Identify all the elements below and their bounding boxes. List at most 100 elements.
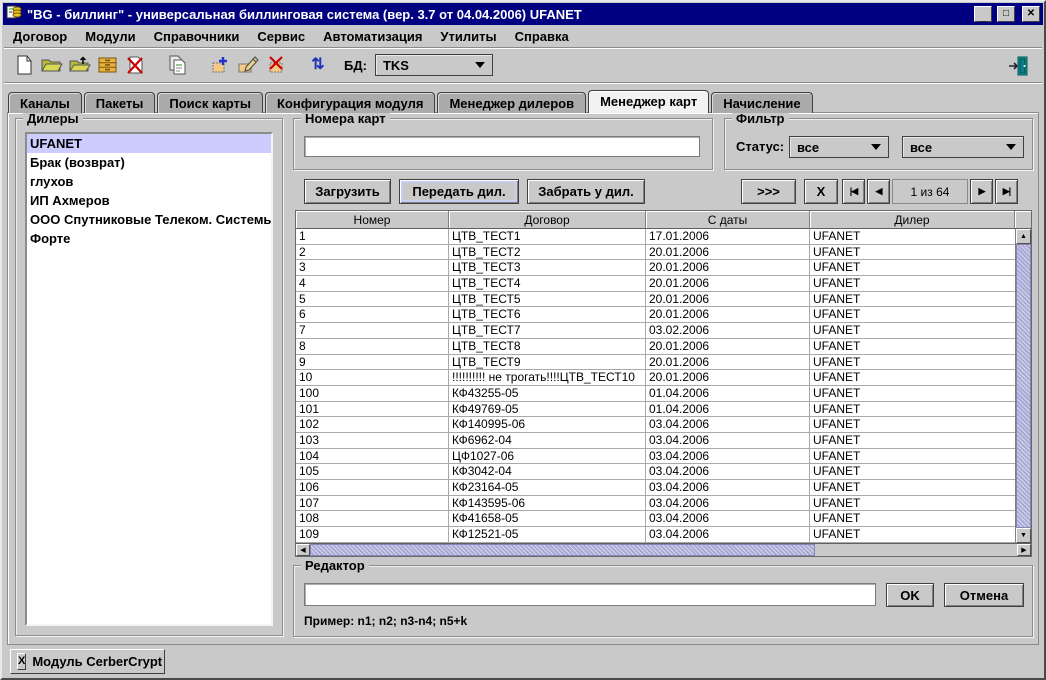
clear-button[interactable]: X [804, 179, 838, 204]
table-row[interactable]: 104 ЦФ1027-06 03.04.2006 UFANET [296, 449, 1031, 465]
maximize-button[interactable]: □ [997, 6, 1015, 22]
edit-card-icon[interactable] [236, 53, 260, 77]
column-header-date[interactable]: С даты [646, 211, 810, 229]
module-tab[interactable]: Каналы [8, 92, 82, 113]
module-tab[interactable]: Менеджер дилеров [437, 92, 586, 113]
module-tab[interactable]: Пакеты [84, 92, 156, 113]
table-row[interactable]: 102 КФ140995-06 03.04.2006 UFANET [296, 417, 1031, 433]
dealers-legend: Дилеры [23, 111, 83, 126]
bottom-module-label: Модуль CerberCrypt [32, 654, 162, 669]
table-row[interactable]: 103 КФ6962-04 03.04.2006 UFANET [296, 433, 1031, 449]
load-button[interactable]: Загрузить [304, 179, 391, 204]
table-row[interactable]: 106 КФ23164-05 03.04.2006 UFANET [296, 480, 1031, 496]
horizontal-scroll-thumb[interactable] [310, 544, 815, 556]
module-tab[interactable]: Конфигурация модуля [265, 92, 435, 113]
add-card-icon[interactable] [208, 53, 232, 77]
dealer-list-item[interactable]: ИП Ахмеров [27, 191, 271, 210]
editor-input[interactable] [304, 583, 876, 606]
menu-item[interactable]: Справка [506, 27, 578, 46]
table-row[interactable]: 108 КФ41658-05 03.04.2006 UFANET [296, 511, 1031, 527]
header-corner [1015, 211, 1031, 229]
remove-card-icon[interactable] [264, 53, 288, 77]
table-row[interactable]: 105 КФ3042-04 03.04.2006 UFANET [296, 464, 1031, 480]
table-row[interactable]: 107 КФ143595-06 03.04.2006 UFANET [296, 496, 1031, 512]
delete-document-icon[interactable] [124, 53, 148, 77]
card-numbers-groupbox: Номера карт [293, 118, 713, 170]
table-row[interactable]: 3 ЦТВ_ТЕСТ3 20.01.2006 UFANET [296, 260, 1031, 276]
dealers-list[interactable]: UFANETБрак (возврат)глуховИП АхмеровООО … [25, 132, 273, 626]
card-numbers-legend: Номера карт [301, 111, 390, 126]
dealer-list-item[interactable]: UFANET [27, 134, 271, 153]
editor-hint: Пример: n1; n2; n3-n4; n5+k [304, 614, 467, 628]
table-row[interactable]: 100 КФ43255-05 01.04.2006 UFANET [296, 386, 1031, 402]
refresh-icon[interactable]: ⇅ [306, 53, 330, 77]
menu-item[interactable]: Модули [76, 27, 144, 46]
card-archive-icon[interactable] [96, 53, 120, 77]
column-header-dealer[interactable]: Дилер [810, 211, 1015, 229]
table-row[interactable]: 4 ЦТВ_ТЕСТ4 20.01.2006 UFANET [296, 276, 1031, 292]
editor-groupbox: Редактор OK Отмена Пример: n1; n2; n3-n4… [293, 565, 1033, 637]
card-numbers-input[interactable] [304, 136, 700, 157]
table-row[interactable]: 6 ЦТВ_ТЕСТ6 20.01.2006 UFANET [296, 307, 1031, 323]
nav-prev-button[interactable]: ◀ [867, 179, 890, 204]
ok-button[interactable]: OK [886, 583, 934, 607]
open-folder-icon[interactable] [40, 53, 64, 77]
menu-item[interactable]: Сервис [248, 27, 314, 46]
dealer-list-item[interactable]: ООО Спутниковые Телеком. Системы [27, 210, 271, 229]
table-row[interactable]: 10 !!!!!!!!!! не трогать!!!!ЦТВ_ТЕСТ10 2… [296, 370, 1031, 386]
table-row[interactable]: 8 ЦТВ_ТЕСТ8 20.01.2006 UFANET [296, 339, 1031, 355]
take-dealer-button[interactable]: Забрать у дил. [527, 179, 645, 204]
table-body: 1 ЦТВ_ТЕСТ1 17.01.2006 UFANET 2 ЦТВ_ТЕСТ… [296, 229, 1031, 543]
table-row[interactable]: 5 ЦТВ_ТЕСТ5 20.01.2006 UFANET [296, 292, 1031, 308]
editor-legend: Редактор [301, 558, 369, 573]
nav-next-button[interactable]: ▶ [970, 179, 993, 204]
module-tab[interactable]: Менеджер карт [588, 90, 709, 113]
dealer-list-item[interactable]: глухов [27, 172, 271, 191]
nav-last-button[interactable]: ▶| [995, 179, 1018, 204]
table-row[interactable]: 109 КФ12521-05 03.04.2006 UFANET [296, 527, 1031, 543]
table-row[interactable]: 2 ЦТВ_ТЕСТ2 20.01.2006 UFANET [296, 245, 1031, 261]
cancel-button[interactable]: Отмена [944, 583, 1024, 607]
column-header-number[interactable]: Номер [296, 211, 449, 229]
db-select[interactable]: TKS [375, 54, 493, 76]
db-label: БД: [344, 58, 367, 73]
copy-document-icon[interactable] [166, 53, 190, 77]
status-select[interactable]: все [789, 136, 889, 158]
vertical-scrollbar[interactable]: ▲ ▼ [1015, 229, 1031, 543]
horizontal-scrollbar[interactable]: ◀ ▶ [296, 543, 1031, 556]
filter-extra-select[interactable]: все [902, 136, 1024, 158]
module-tab[interactable]: Поиск карты [157, 92, 263, 113]
more-button[interactable]: >>> [741, 179, 796, 204]
filter-groupbox: Фильтр Статус: все все [724, 118, 1033, 170]
horizontal-scroll-track[interactable] [815, 544, 1017, 556]
filter-legend: Фильтр [732, 111, 789, 126]
table-row[interactable]: 1 ЦТВ_ТЕСТ1 17.01.2006 UFANET [296, 229, 1031, 245]
scroll-up-icon[interactable]: ▲ [1016, 229, 1031, 244]
minimize-button[interactable]: _ [974, 6, 992, 22]
dealer-list-item[interactable]: Форте [27, 229, 271, 248]
exit-icon[interactable] [1006, 53, 1032, 79]
dealer-list-item[interactable]: Брак (возврат) [27, 153, 271, 172]
close-button[interactable]: ✕ [1022, 6, 1040, 22]
menu-item[interactable]: Автоматизация [314, 27, 431, 46]
table-row[interactable]: 9 ЦТВ_ТЕСТ9 20.01.2006 UFANET [296, 355, 1031, 371]
menu-item[interactable]: Договор [4, 27, 76, 46]
close-module-icon[interactable]: X [17, 653, 26, 670]
scroll-left-icon[interactable]: ◀ [296, 544, 310, 556]
vertical-scroll-thumb[interactable] [1016, 244, 1031, 528]
export-folder-icon[interactable] [68, 53, 92, 77]
tab-strip: КаналыПакетыПоиск картыКонфигурация моду… [8, 90, 815, 113]
module-tab[interactable]: Начисление [711, 92, 812, 113]
menu-bar: ДоговорМодулиСправочникиСервисАвтоматиза… [4, 25, 1042, 47]
table-row[interactable]: 101 КФ49769-05 01.04.2006 UFANET [296, 402, 1031, 418]
bottom-module-tab[interactable]: X Модуль CerberCrypt [10, 649, 165, 674]
table-row[interactable]: 7 ЦТВ_ТЕСТ7 03.02.2006 UFANET [296, 323, 1031, 339]
nav-first-button[interactable]: |◀ [842, 179, 865, 204]
scroll-down-icon[interactable]: ▼ [1016, 528, 1031, 543]
new-document-icon[interactable] [12, 53, 36, 77]
give-dealer-button[interactable]: Передать дил. [399, 179, 519, 204]
menu-item[interactable]: Справочники [145, 27, 249, 46]
scroll-right-icon[interactable]: ▶ [1017, 544, 1031, 556]
column-header-contract[interactable]: Договор [449, 211, 646, 229]
menu-item[interactable]: Утилиты [431, 27, 505, 46]
